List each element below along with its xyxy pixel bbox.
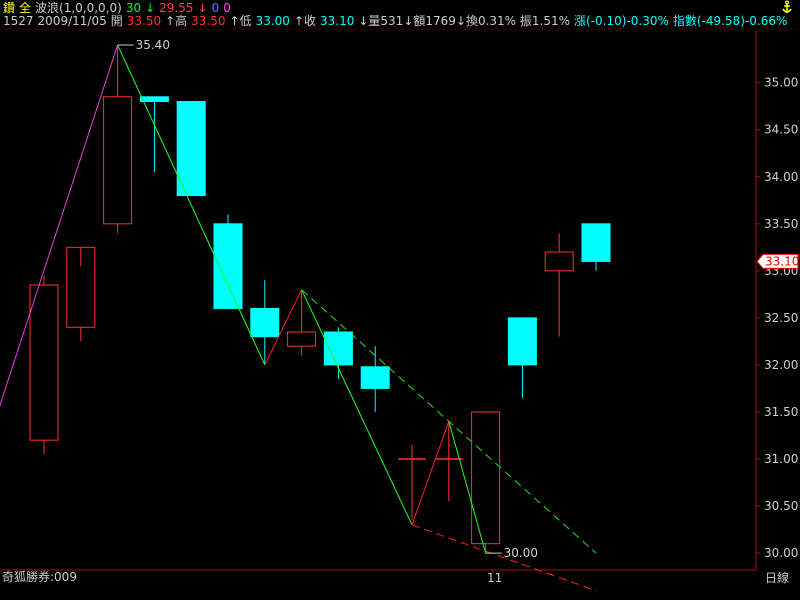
footer-left-label: 奇狐勝券:009	[2, 569, 77, 584]
header-row-2-item: 33.50	[191, 14, 225, 28]
candle-body	[581, 223, 611, 262]
header-row-2-item: 開	[111, 14, 123, 28]
header-row-1-item: 全	[19, 0, 31, 15]
header-row-1-item: 鑽	[3, 0, 15, 15]
annotation-label: 30.00	[504, 546, 538, 560]
y-tick-label: 31.00	[764, 452, 798, 466]
last-price-tag: 33.10	[756, 253, 799, 269]
period-label[interactable]: 日線	[765, 570, 789, 585]
candle-body	[507, 317, 537, 366]
y-tick-label: 30.50	[764, 499, 798, 513]
header-row-1: 鑽全波浪(1,0,0,0,0) 30 ↓ 29.55 ↓ 0 0	[3, 0, 231, 15]
y-tick-label: 31.50	[764, 405, 798, 419]
last-price-value: 33.10	[765, 254, 799, 268]
candle-body	[323, 331, 353, 366]
candle-body	[250, 307, 280, 338]
candle[interactable]	[213, 214, 243, 309]
header-row-1-item: 30	[126, 1, 141, 15]
header-row-2-item: 1527	[3, 14, 34, 28]
annotation-label: 35.40	[136, 38, 170, 52]
y-tick-label: 35.00	[764, 76, 798, 90]
header-row-2-item: ↑高	[165, 13, 187, 28]
y-tick-label: 30.00	[764, 546, 798, 560]
y-tick-label: 34.50	[764, 123, 798, 137]
x-tick-label: 11	[487, 571, 502, 585]
header-row-2-item: 指數(-49.58)-0.66%	[673, 13, 788, 28]
y-tick-label: 33.50	[764, 217, 798, 231]
header-row-2-item: 33.50	[127, 14, 161, 28]
y-tick-label: 32.00	[764, 358, 798, 372]
candle-body	[360, 366, 390, 389]
y-tick-label: 32.50	[764, 311, 798, 325]
header-row-2-item: 33.00	[256, 14, 290, 28]
header-row-1-item: 0	[223, 1, 231, 15]
candle[interactable]	[176, 100, 206, 197]
header-row-2-item: ↓量531↓額1769↓換0.31% 振1.51%	[358, 14, 570, 28]
candle-body	[213, 223, 243, 309]
header-row-1-item: 29.55	[159, 1, 193, 15]
header-row-2-item: 漲(-0.10)-0.30%	[574, 14, 669, 28]
header-row-1-item: 0	[212, 1, 220, 15]
header-row-2-item: 2009/11/05	[38, 14, 107, 28]
header-row-2-item: ↑低	[230, 14, 252, 28]
chart-canvas[interactable]: 鑽全波浪(1,0,0,0,0) 30 ↓ 29.55 ↓ 0 0 1527 2009/11/0…	[0, 0, 800, 600]
header-row-2-item: 33.10	[320, 14, 354, 28]
candle-body	[176, 100, 206, 197]
header-row-2-item: ↑收	[294, 14, 316, 28]
y-tick-label: 34.00	[764, 170, 798, 184]
candle-body	[139, 96, 169, 102]
header-row-1-item: ↓	[198, 1, 208, 15]
header-row-1-item: ↓	[145, 1, 155, 15]
header-row-1-item: 波浪(1,0,0,0,0)	[35, 0, 122, 15]
